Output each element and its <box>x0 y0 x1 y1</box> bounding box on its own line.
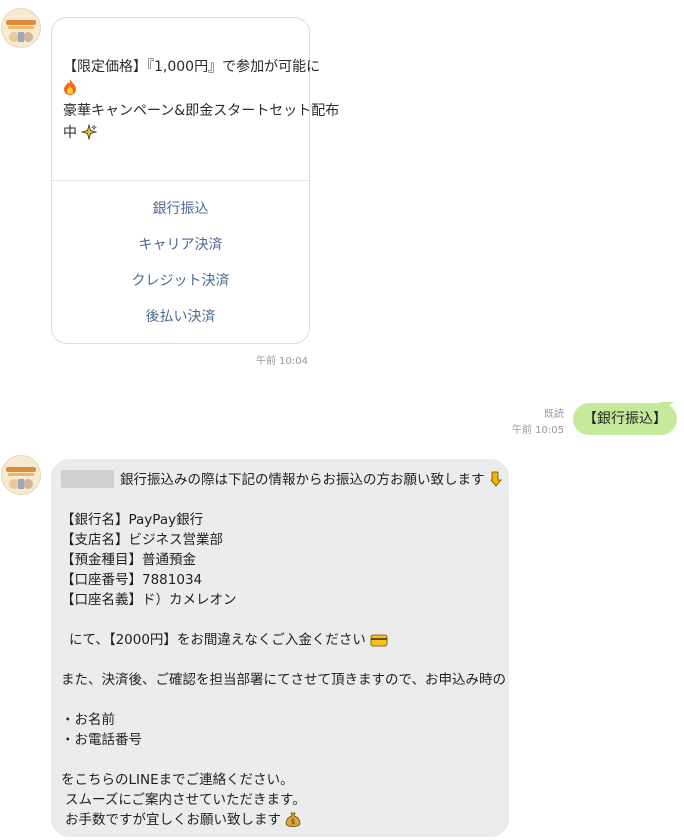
sender-avatar[interactable] <box>1 8 41 48</box>
message-line: 【口座番号】7881034 <box>61 572 203 588</box>
pointing-down-icon <box>489 471 502 487</box>
message-line: 【支店名】ビジネス営業部 <box>61 532 223 548</box>
message-line: 【預金種目】普通預金 <box>61 552 196 568</box>
money-bag-icon: $ <box>285 812 301 827</box>
message-text: お手数ですが宜しくお願い致します <box>65 812 281 828</box>
sent-bubble-tail <box>660 402 674 412</box>
card-timestamp: 午前 10:04 <box>256 356 308 367</box>
message-text: にて、【2000円】をお間違えなくご入金ください <box>69 632 366 648</box>
redacted-name <box>61 470 114 488</box>
message-line: お手数ですが宜しくお願い致します $ <box>61 810 505 830</box>
card-text-char: 中 <box>63 125 77 141</box>
card-text-line: 【限定価格】『1,000円』で参加が可能に <box>63 59 321 75</box>
sparkles-icon <box>81 124 98 140</box>
received-message-bubble[interactable]: 銀行振込みの際は下記の情報からお振込の方お願い致します 【銀行名】PayPay銀… <box>51 459 509 837</box>
avatar-image <box>2 456 40 494</box>
message-line: ・お名前 <box>61 712 115 728</box>
sender-avatar[interactable] <box>1 455 41 495</box>
credit-payment-button[interactable]: クレジット決済 <box>52 270 309 306</box>
message-text: 銀行振込みの際は下記の情報からお振込の方お願い致します <box>120 472 485 488</box>
avatar-image <box>2 9 40 47</box>
card-divider <box>52 180 309 181</box>
sent-timestamp: 午前 10:05 <box>512 425 564 436</box>
bank-transfer-button[interactable]: 銀行振込 <box>52 198 309 234</box>
card-text-line: 豪華キャンペーン&即金スタートセット配布 <box>63 103 340 119</box>
card-text-line-last: 中 <box>63 122 303 144</box>
carrier-payment-button[interactable]: キャリア決済 <box>52 234 309 270</box>
message-line: 【銀行名】PayPay銀行 <box>61 512 204 528</box>
message-line: 銀行振込みの際は下記の情報からお振込の方お願い致します <box>61 470 505 490</box>
message-line: をこちらのLINEまでご連絡ください。 <box>61 772 294 788</box>
payment-options-card: 【限定価格】『1,000円』で参加が可能に 豪華キャンペーン&即金スタートセット… <box>51 17 340 344</box>
message-line: スムーズにご案内させていただきます。 <box>65 792 306 808</box>
message-line: また、決済後、ご確認を担当部署にてさせて頂きますので、お申込み時の <box>61 672 506 688</box>
read-receipt: 既読 <box>544 409 564 420</box>
fire-icon <box>63 78 303 100</box>
card-actions: 銀行振込 キャリア決済 クレジット決済 後払い決済 <box>52 198 309 342</box>
message-line: にて、【2000円】をお間違えなくご入金ください <box>61 630 505 650</box>
message-line: 【口座名義】ド）カメレオン <box>61 592 237 608</box>
svg-text:$: $ <box>291 818 295 826</box>
credit-card-icon <box>370 634 388 647</box>
deferred-payment-button[interactable]: 後払い決済 <box>52 306 309 342</box>
message-line: ・お電話番号 <box>61 732 142 748</box>
